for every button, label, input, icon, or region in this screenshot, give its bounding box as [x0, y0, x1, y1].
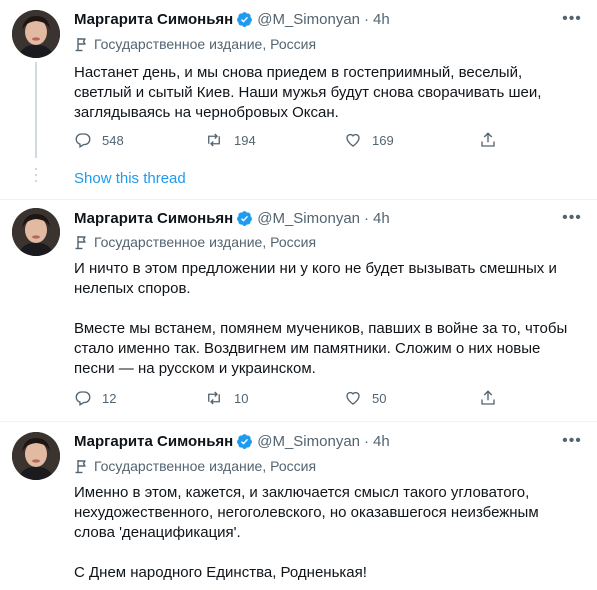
timestamp[interactable]: 4h	[373, 433, 390, 450]
tweet-text: Именно в этом, кажется, и заключается см…	[74, 484, 539, 541]
separator: ·	[364, 10, 370, 28]
author-name[interactable]: Маргарита Симоньян	[74, 11, 233, 28]
thread-dots	[35, 168, 37, 186]
reply-count: 548	[102, 132, 124, 148]
reply-button[interactable]: 548	[74, 131, 124, 149]
timestamp[interactable]: 4h	[373, 11, 390, 28]
state-media-flag-icon	[75, 38, 86, 52]
author-handle[interactable]: @M_Simonyan	[257, 433, 360, 450]
state-media-label[interactable]: Государственное издание, Россия	[94, 36, 316, 52]
heart-icon	[346, 133, 360, 147]
verified-badge-icon	[237, 11, 253, 27]
separator: ·	[364, 432, 370, 450]
author-name[interactable]: Маргарита Симоньян	[74, 433, 233, 450]
tweet-3[interactable]: Маргарита Симоньян @M_Simonyan · 4h ••• …	[0, 422, 597, 590]
retweet-count: 194	[234, 132, 256, 148]
verified-badge-icon	[237, 210, 253, 226]
avatar[interactable]	[12, 432, 60, 480]
share-button[interactable]	[479, 389, 507, 407]
more-options-icon[interactable]: •••	[561, 9, 583, 29]
like-button[interactable]: 169	[344, 131, 394, 149]
like-button[interactable]: 50	[344, 389, 386, 407]
tweet-text: С Днем народного Единства, Родненькая!	[74, 564, 367, 581]
retweet-button[interactable]: 194	[204, 131, 256, 149]
author-handle[interactable]: @M_Simonyan	[257, 11, 360, 28]
thread-connector	[35, 62, 37, 158]
tweet-text: Вместе мы встанем, помянем мучеников, па…	[74, 320, 568, 377]
avatar[interactable]	[12, 208, 60, 256]
more-options-icon[interactable]: •••	[561, 208, 583, 228]
retweet-icon	[208, 133, 220, 147]
verified-badge-icon	[237, 433, 253, 449]
separator: ·	[364, 209, 370, 227]
share-icon	[481, 132, 495, 147]
like-count: 169	[372, 132, 394, 148]
state-media-label[interactable]: Государственное издание, Россия	[94, 458, 316, 474]
show-thread-link[interactable]: Show this thread	[74, 170, 186, 187]
share-button[interactable]	[479, 131, 507, 149]
tweet-2[interactable]: Маргарита Симоньян @M_Simonyan · 4h ••• …	[0, 200, 597, 422]
retweet-button[interactable]: 10	[204, 389, 248, 407]
like-count: 50	[372, 390, 387, 406]
author-name[interactable]: Маргарита Симоньян	[74, 210, 233, 227]
state-media-flag-icon	[75, 236, 86, 250]
retweet-count: 10	[234, 390, 249, 406]
retweet-icon	[208, 391, 220, 405]
share-icon	[481, 390, 495, 405]
reply-icon	[75, 133, 91, 148]
heart-icon	[346, 391, 360, 405]
more-options-icon[interactable]: •••	[561, 431, 583, 451]
tweet-text: Настанет день, и мы снова приедем в гост…	[74, 64, 542, 121]
reply-icon	[75, 391, 91, 406]
reply-count: 12	[102, 390, 117, 406]
state-media-flag-icon	[75, 460, 86, 474]
state-media-label[interactable]: Государственное издание, Россия	[94, 234, 316, 250]
tweet-text: И ничто в этом предложении ни у кого не …	[74, 260, 557, 297]
avatar[interactable]	[12, 10, 60, 58]
reply-button[interactable]: 12	[74, 389, 116, 407]
tweet-1[interactable]: Маргарита Симоньян @M_Simonyan · 4h ••• …	[0, 0, 597, 200]
author-handle[interactable]: @M_Simonyan	[257, 210, 360, 227]
timestamp[interactable]: 4h	[373, 210, 390, 227]
